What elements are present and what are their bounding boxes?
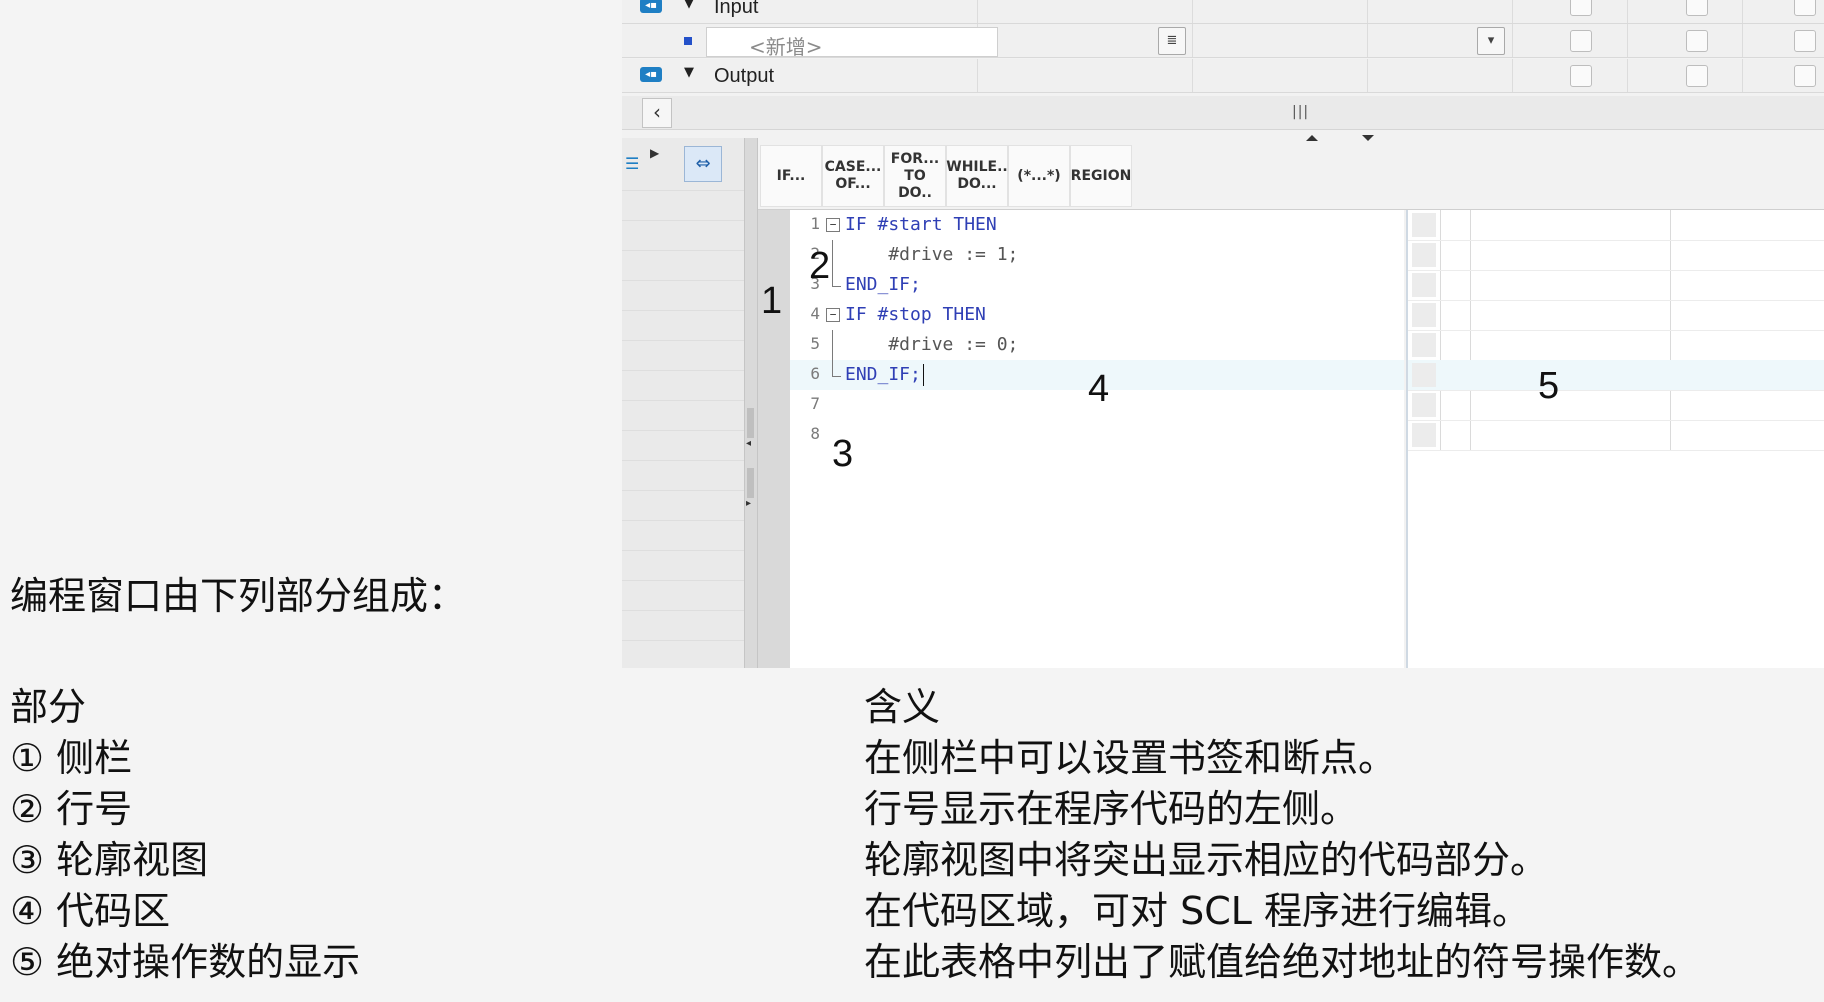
while-do-button[interactable]: WHILE.. DO...	[946, 145, 1008, 207]
legend-meaning: 在侧栏中可以设置书签和断点。	[864, 736, 1397, 780]
interface-section-icon: ◂▪	[640, 67, 662, 82]
bookmark-list-icon[interactable]: ☰	[625, 154, 639, 174]
column-header-part: 部分	[10, 685, 87, 729]
triangle-down-icon[interactable]: ▼	[684, 0, 694, 11]
code-text: #drive := 0;	[845, 334, 1019, 355]
checkbox[interactable]	[1570, 30, 1592, 52]
output-section-label: Output	[714, 65, 775, 87]
line-number: 6	[810, 364, 820, 383]
legend-meaning: 在此表格中列出了赋值给绝对地址的符号操作数。	[864, 940, 1701, 984]
chevron-right-icon[interactable]: ▸	[746, 498, 751, 509]
code-sidebar-gutter[interactable]	[758, 210, 791, 668]
code-line[interactable]: 2 #drive := 1;	[790, 240, 1404, 270]
region-button[interactable]: REGION	[1070, 145, 1132, 207]
checkbox[interactable]	[1794, 0, 1816, 16]
code-text: END_IF;	[845, 364, 924, 386]
legend-part: ② 行号	[10, 787, 133, 831]
line-number: 5	[810, 334, 820, 353]
code-text: #drive := 1;	[845, 244, 1019, 265]
code-text: IF #start THEN	[845, 214, 997, 235]
checkbox[interactable]	[1686, 0, 1708, 16]
callout-2: 2	[809, 245, 831, 287]
line-number: 1	[810, 214, 820, 233]
checkbox[interactable]	[1570, 0, 1592, 16]
scroll-left-icon[interactable]: ‹	[642, 98, 672, 128]
checkbox[interactable]	[1794, 30, 1816, 52]
legend-meaning: 轮廓视图中将突出显示相应的代码部分。	[864, 838, 1549, 882]
callout-4: 4	[1088, 368, 1110, 410]
collapse-icon[interactable]: −	[826, 308, 840, 322]
interface-row-output[interactable]: ◂▪ ▼ Output	[622, 59, 1824, 93]
code-area[interactable]: 1 − IF #start THEN 2 #drive := 1; 3 END_…	[790, 210, 1404, 668]
interface-row-new[interactable]: <新增> ≣ ▾	[622, 24, 1824, 59]
code-text: IF #stop THEN	[845, 304, 986, 325]
legend-part: ① 侧栏	[10, 736, 133, 780]
row-marker-icon	[684, 37, 692, 45]
line-number: 4	[810, 304, 820, 323]
vertical-divider[interactable]: ◂ ▸	[744, 138, 758, 668]
if-button[interactable]: IF...	[760, 145, 822, 207]
list-icon[interactable]: ≣	[1158, 27, 1186, 55]
line-number: 7	[810, 394, 820, 413]
legend-part: ③ 轮廓视图	[10, 838, 209, 882]
triangle-right-icon[interactable]: ▶	[650, 146, 659, 160]
callout-5: 5	[1538, 365, 1560, 407]
sidebar[interactable]	[622, 138, 744, 668]
splitter-handle[interactable]	[1292, 128, 1392, 141]
legend-part: ④ 代码区	[10, 889, 171, 933]
code-line[interactable]: 3 END_IF;	[790, 270, 1404, 300]
checkbox[interactable]	[1686, 30, 1708, 52]
scl-editor-screenshot: ◂▪ ▼ Input <新增> ≣ ▾ ◂▪ ▼ Output ‹ ||| ☰ …	[622, 0, 1824, 668]
case-of-button[interactable]: CASE... OF...	[822, 145, 884, 207]
horizontal-scrollbar[interactable]: ‹ |||	[622, 96, 1824, 130]
code-line[interactable]: 8	[790, 420, 1404, 450]
code-line[interactable]: 4 − IF #stop THEN	[790, 300, 1404, 330]
legend-part: ⑤ 绝对操作数的显示	[10, 940, 361, 984]
triangle-down-icon[interactable]: ▼	[684, 65, 694, 80]
code-line[interactable]: 1 − IF #start THEN	[790, 210, 1404, 240]
code-text: END_IF;	[845, 274, 921, 295]
instruction-toolbar: IF... CASE... OF... FOR... TO DO.. WHILE…	[758, 143, 1824, 210]
comment-button[interactable]: (*...*)	[1008, 145, 1070, 207]
callout-1: 1	[761, 280, 783, 322]
code-line[interactable]: 5 #drive := 0;	[790, 330, 1404, 360]
scroll-grip-icon[interactable]: |||	[1292, 104, 1309, 120]
checkbox[interactable]	[1794, 65, 1816, 87]
legend-meaning: 行号显示在程序代码的左侧。	[864, 787, 1359, 831]
callout-3: 3	[832, 433, 854, 475]
chevron-left-icon[interactable]: ◂	[746, 438, 751, 449]
interface-row-input[interactable]: ◂▪ ▼ Input	[622, 0, 1824, 24]
absolute-operand-table[interactable]	[1406, 210, 1824, 668]
new-entry-field[interactable]: <新增>	[706, 27, 998, 59]
collapse-icon[interactable]: −	[826, 218, 840, 232]
column-header-meaning: 含义	[864, 685, 941, 729]
chevron-down-icon[interactable]: ▾	[1477, 27, 1505, 55]
input-section-label: Input	[714, 0, 759, 18]
interface-section-icon: ◂▪	[640, 0, 662, 13]
intro-text: 编程窗口由下列部分组成：	[10, 574, 467, 618]
for-to-do-button[interactable]: FOR... TO DO..	[884, 145, 946, 207]
checkbox[interactable]	[1570, 65, 1592, 87]
legend-meaning: 在代码区域，可对 SCL 程序进行编辑。	[864, 889, 1530, 933]
line-number: 8	[810, 424, 820, 443]
checkbox[interactable]	[1686, 65, 1708, 87]
word-wrap-icon[interactable]: ⇔	[684, 146, 722, 182]
text-cursor	[922, 364, 924, 386]
